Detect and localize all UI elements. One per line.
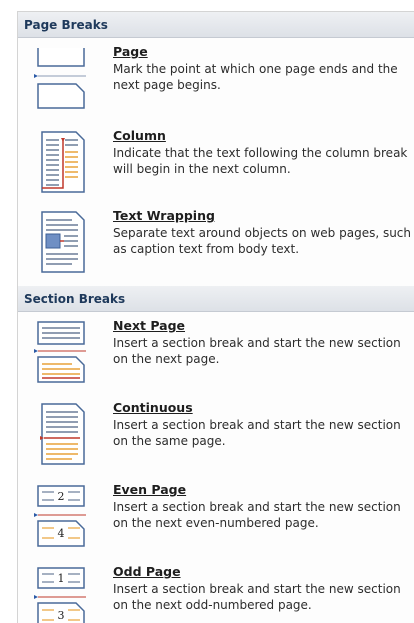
- page-break-icon: [34, 48, 86, 109]
- menu-item-page[interactable]: Page Mark the point at which one page en…: [18, 38, 414, 122]
- page-number-label: 2: [58, 490, 65, 503]
- odd-page-icon: 1 3: [34, 567, 86, 623]
- item-title: Odd Page: [113, 564, 181, 579]
- menu-item-next-page[interactable]: Next Page Insert a section break and sta…: [18, 312, 414, 394]
- menu-item-text-wrapping[interactable]: Text Wrapping Separate text around objec…: [18, 202, 414, 286]
- menu-item-odd-page[interactable]: 1 3 Odd Page Insert a section break and …: [18, 558, 414, 623]
- item-description: Insert a section break and start the new…: [113, 418, 401, 448]
- item-title: Column: [113, 128, 166, 143]
- page-number-label: 3: [58, 609, 65, 622]
- item-title: Page: [113, 44, 148, 59]
- page-number-label: 4: [58, 527, 65, 540]
- item-title: Text Wrapping: [113, 208, 215, 223]
- item-description: Insert a section break and start the new…: [113, 500, 401, 530]
- page-number-label: 1: [58, 572, 65, 585]
- continuous-icon: [40, 403, 85, 465]
- item-title: Even Page: [113, 482, 187, 497]
- section-breaks-header: Section Breaks: [18, 286, 414, 312]
- item-description: Mark the point at which one page ends an…: [113, 62, 398, 92]
- item-title: Next Page: [113, 318, 186, 333]
- next-page-icon: [34, 321, 86, 383]
- menu-item-column[interactable]: Column Indicate that the text following …: [18, 122, 414, 202]
- item-description: Indicate that the text following the col…: [113, 146, 408, 176]
- item-description: Separate text around objects on web page…: [113, 226, 412, 256]
- menu-item-continuous[interactable]: Continuous Insert a section break and st…: [18, 394, 414, 476]
- item-description: Insert a section break and start the new…: [113, 336, 401, 366]
- column-break-icon: [41, 131, 85, 193]
- text-wrapping-icon: [41, 211, 85, 273]
- breaks-menu: Page Breaks Page Mark the point at which…: [17, 11, 414, 623]
- even-page-icon: 2 4: [34, 485, 86, 547]
- item-description: Insert a section break and start the new…: [113, 582, 401, 612]
- menu-item-even-page[interactable]: 2 4 Even Page Insert a section break and…: [18, 476, 414, 558]
- page-breaks-header: Page Breaks: [18, 12, 414, 38]
- item-title: Continuous: [113, 400, 193, 415]
